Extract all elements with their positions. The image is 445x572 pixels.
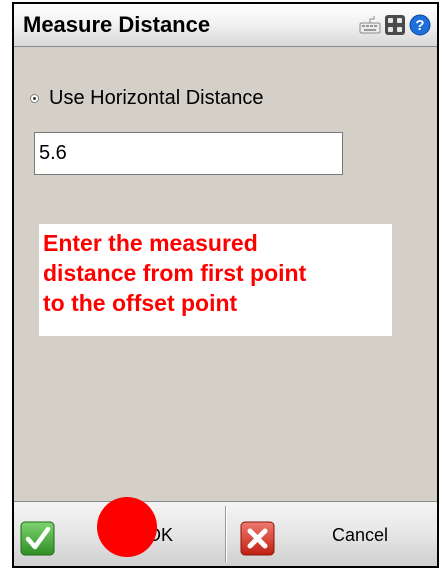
distance-input[interactable] bbox=[34, 132, 343, 175]
window-title: Measure Distance bbox=[23, 12, 211, 37]
help-icon[interactable]: ? bbox=[409, 14, 431, 36]
note-line: distance from first point bbox=[43, 260, 307, 286]
ok-button[interactable]: OK bbox=[14, 502, 225, 566]
checkmark-icon bbox=[20, 521, 55, 556]
cancel-button[interactable]: Cancel bbox=[226, 502, 437, 566]
horizontal-distance-option[interactable]: Use Horizontal Distance bbox=[30, 87, 264, 110]
note-line: Enter the measured bbox=[43, 230, 258, 256]
svg-text:?: ? bbox=[415, 17, 424, 34]
keyboard-icon[interactable] bbox=[359, 14, 381, 36]
title-bar: Measure Distance ? bbox=[14, 4, 437, 47]
button-bar: OK Cancel bbox=[14, 501, 437, 566]
close-icon bbox=[240, 521, 275, 556]
instruction-note: Enter the measured distance from first p… bbox=[39, 224, 392, 336]
title-icons: ? bbox=[359, 14, 431, 36]
grid-icon[interactable] bbox=[384, 14, 406, 36]
ok-label: OK bbox=[147, 525, 174, 545]
radio-label: Use Horizontal Distance bbox=[49, 87, 264, 109]
note-line: to the offset point bbox=[43, 290, 238, 316]
cancel-label: Cancel bbox=[332, 525, 389, 545]
measure-distance-window: Measure Distance ? Use Horizontal Distan… bbox=[12, 2, 439, 568]
radio-button[interactable] bbox=[30, 94, 39, 103]
